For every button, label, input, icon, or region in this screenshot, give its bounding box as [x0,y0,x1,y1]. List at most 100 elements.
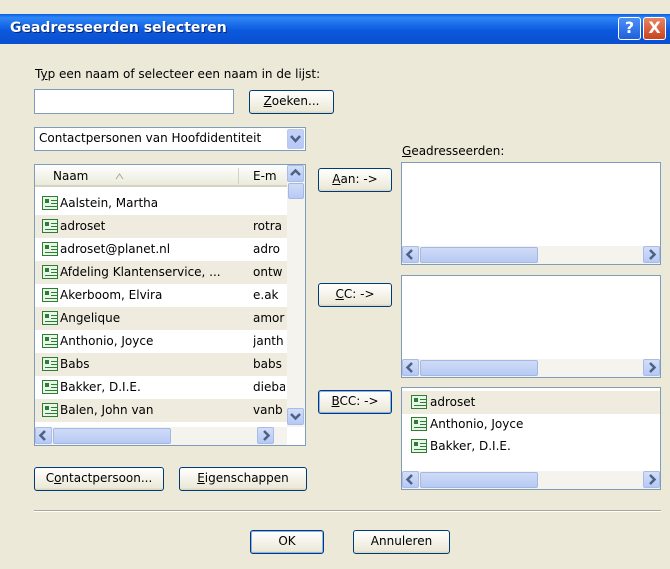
search-input[interactable] [34,89,234,114]
contact-row[interactable]: Afdeling Klantenservice, ... ontw [35,261,287,284]
chevron-right-icon [649,474,657,485]
add-bcc-button[interactable]: BCC: -> [318,390,392,414]
scroll-thumb[interactable] [53,428,171,444]
contact-row[interactable]: Aalstein, Martha [35,192,287,215]
contact-card-icon [411,439,427,453]
cc-horizontal-scrollbar[interactable] [402,359,660,377]
contact-name: Babs [60,357,90,371]
scroll-thumb[interactable] [420,472,538,488]
contact-row[interactable]: adroset rotra [35,215,287,238]
scroll-thumb[interactable] [420,247,538,263]
contact-card-icon [42,357,58,371]
column-header-name[interactable]: Naam [53,169,88,183]
chevron-down-icon[interactable] [287,129,304,149]
add-cc-button[interactable]: CC: -> [318,283,392,307]
cc-recipients-list[interactable] [401,275,661,378]
contact-email: babs [253,357,282,371]
scroll-thumb[interactable] [288,183,304,199]
contact-name: adroset@planet.nl [60,242,171,256]
contact-email: adro [253,242,280,256]
bcc-recipient[interactable]: Anthonio, Joyce [402,413,660,436]
search-prompt-label: Typ een naam of selecteer een naam in de… [35,67,321,81]
list-vertical-scrollbar[interactable] [287,165,305,427]
contact-row[interactable]: Balen, John van vanb [35,399,287,422]
column-header-email[interactable]: E-m [253,169,277,183]
bcc-horizontal-scrollbar[interactable] [402,471,660,489]
new-contact-button[interactable]: Contactpersoon... [34,467,164,491]
contact-email: rotra [253,219,283,233]
close-button[interactable]: X [643,17,666,40]
contact-card-icon [42,265,58,279]
contact-email: ontw [253,265,283,279]
bcc-recipients-list[interactable]: adroset Anthonio, Joyce Bakker, D.I.E. [401,387,661,490]
contact-row[interactable]: Akerboom, Elvira e.ak [35,284,287,307]
contact-row[interactable]: Anthonio, Joyce janth [35,330,287,353]
contact-row[interactable]: Bakker, D.I.E. dieba [35,376,287,399]
addressbook-select[interactable]: Contactpersonen van Hoofdidentiteit [34,127,306,151]
chevron-left-icon [405,474,413,485]
chevron-right-icon [263,430,271,441]
contact-card-icon [42,242,58,256]
scroll-thumb[interactable] [420,360,538,376]
properties-button[interactable]: Eigenschappen [179,467,307,491]
column-divider[interactable] [238,168,239,184]
contact-card-icon [411,417,427,431]
contact-card-icon [411,395,427,409]
contact-card-icon [42,403,58,417]
recipients-label: Geadresseerden: [402,144,505,158]
contact-card-icon [42,196,58,210]
recipient-name: Bakker, D.I.E. [430,439,511,453]
scroll-right-button[interactable] [257,427,274,444]
contacts-list[interactable]: Naam E-m Aalstein, Martha adroset rotra adr… [34,164,306,446]
contact-row[interactable]: Babs babs [35,353,287,376]
scroll-right-button[interactable] [643,359,660,376]
ok-button[interactable]: OK [250,530,324,554]
scroll-right-button[interactable] [643,471,660,488]
list-horizontal-scrollbar[interactable] [35,427,287,445]
contact-email: dieba [253,380,285,394]
separator [34,510,661,512]
to-horizontal-scrollbar[interactable] [402,246,660,264]
cancel-button[interactable]: Annuleren [353,530,450,554]
scroll-up-button[interactable] [287,165,304,182]
sort-ascending-icon [115,173,124,180]
contact-name: Afdeling Klantenservice, ... [60,265,221,279]
chevron-left-icon [405,249,413,260]
contact-name: Anthonio, Joyce [60,334,154,348]
scroll-left-button[interactable] [35,427,52,444]
scroll-left-button[interactable] [402,471,419,488]
contact-name: adroset [60,219,106,233]
dialog-window: Geadresseerden selecteren ? X Typ een na… [0,0,670,569]
contact-card-icon [42,288,58,302]
scroll-right-button[interactable] [643,246,660,263]
to-recipients-list[interactable] [401,162,661,265]
scroll-left-button[interactable] [402,246,419,263]
chevron-down-icon [290,413,301,421]
chevron-right-icon [649,249,657,260]
chevron-left-icon [405,362,413,373]
title-bar[interactable]: Geadresseerden selecteren ? X [0,14,670,44]
contact-name: Balen, John van [60,403,154,417]
scroll-down-button[interactable] [287,408,304,425]
recipient-name: Anthonio, Joyce [430,417,524,431]
contact-email: vanb [253,403,283,417]
contact-name: Bakker, D.I.E. [60,380,141,394]
contact-card-icon [42,334,58,348]
add-to-button[interactable]: Aan: -> [318,168,392,192]
contact-row[interactable]: Angelique amor [35,307,287,330]
bcc-recipient[interactable]: adroset [402,391,660,414]
search-button[interactable]: Zoeken... [249,90,334,114]
bcc-recipient[interactable]: Bakker, D.I.E. [402,435,660,458]
addressbook-selected: Contactpersonen van Hoofdidentiteit [39,131,262,145]
contact-card-icon [42,311,58,325]
contact-name: Akerboom, Elvira [60,288,163,302]
contact-row[interactable]: adroset@planet.nl adro [35,238,287,261]
chevron-up-icon [290,168,301,176]
recipient-name: adroset [430,395,476,409]
window-title: Geadresseerden selecteren [10,20,227,36]
contact-name: Angelique [60,311,121,325]
contact-card-icon [42,219,58,233]
scroll-left-button[interactable] [402,359,419,376]
contact-name: Aalstein, Martha [60,196,159,210]
help-button[interactable]: ? [618,17,641,40]
